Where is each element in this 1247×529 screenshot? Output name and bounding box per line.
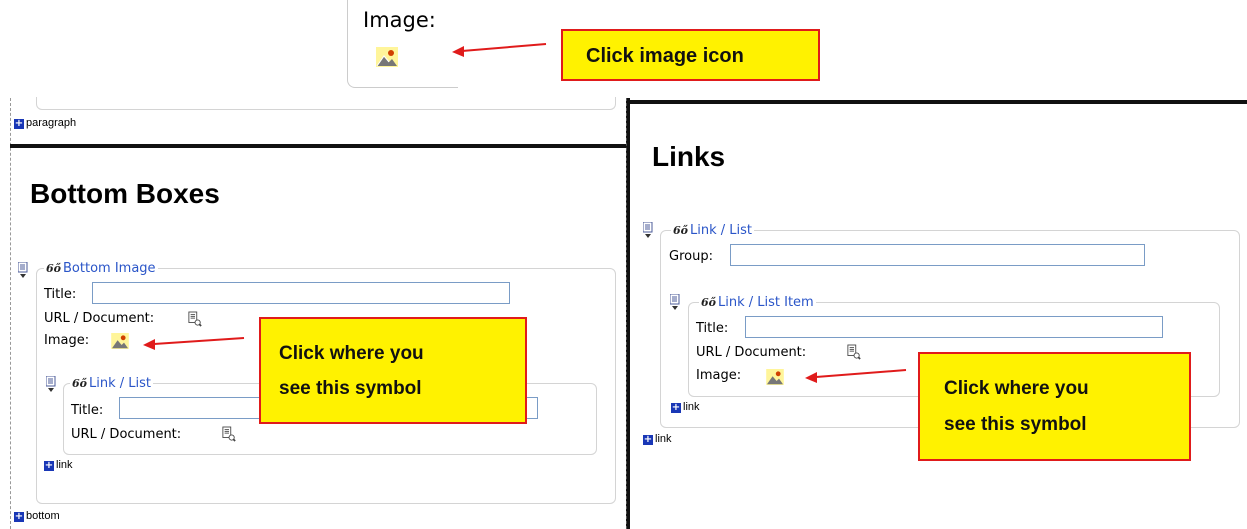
- bottom-image-image-label: Image:: [44, 333, 90, 348]
- left-section-rule: [10, 144, 626, 148]
- document-picker-icon[interactable]: [222, 426, 236, 442]
- right-callout-line2: see this symbol: [944, 414, 1087, 435]
- bottom-image-title-input[interactable]: [92, 282, 510, 304]
- left-link-list-legend: 6ő Link / List: [70, 376, 153, 391]
- right-group-label: Group:: [669, 249, 713, 264]
- preview-icon[interactable]: 6ő: [46, 262, 61, 275]
- top-callout: Click image icon: [561, 29, 820, 81]
- add-outer-link-button[interactable]: +: [643, 435, 653, 445]
- center-divider: [626, 98, 630, 529]
- top-callout-text: Click image icon: [586, 45, 744, 67]
- top-callout-arrow: [452, 43, 547, 57]
- add-bottom-button[interactable]: +: [14, 512, 24, 522]
- left-callout-line1: Click where you: [279, 343, 424, 364]
- document-picker-icon[interactable]: [847, 344, 861, 360]
- preview-icon[interactable]: 6ő: [701, 296, 716, 309]
- reorder-icon[interactable]: [643, 222, 653, 238]
- left-callout-line2: see this symbol: [279, 378, 422, 399]
- paragraph-label[interactable]: paragraph: [26, 117, 76, 129]
- right-callout-line1: Click where you: [944, 378, 1089, 399]
- add-inner-link-button[interactable]: +: [671, 403, 681, 413]
- image-picker-icon[interactable]: [111, 333, 129, 349]
- document-picker-icon[interactable]: [188, 311, 202, 327]
- reorder-icon[interactable]: [46, 376, 56, 392]
- preview-icon[interactable]: 6ő: [72, 377, 87, 390]
- link-list-item-url-label: URL / Document:: [696, 345, 807, 360]
- right-callout-arrow: [805, 369, 907, 383]
- bottom-boxes-heading: Bottom Boxes: [30, 178, 220, 209]
- bottom-label[interactable]: bottom: [26, 510, 60, 522]
- top-image-label: Image:: [363, 8, 436, 32]
- left-link-list-title-label: Title:: [71, 403, 104, 418]
- bottom-image-legend-text: Bottom Image: [63, 261, 156, 276]
- left-callout: Click where you see this symbol: [259, 317, 527, 424]
- right-link-list-legend-text: Link / List: [690, 223, 752, 238]
- link-list-item-title-label: Title:: [696, 321, 729, 336]
- outer-link-label[interactable]: link: [655, 433, 672, 445]
- inner-link-label[interactable]: link: [683, 401, 700, 413]
- right-link-list-legend: 6ő Link / List: [671, 223, 754, 238]
- left-link-list-url-label: URL / Document:: [71, 427, 182, 442]
- link-list-item-image-label: Image:: [696, 368, 742, 383]
- left-link-label[interactable]: link: [56, 459, 73, 471]
- link-list-item-legend-text: Link / List Item: [718, 295, 814, 310]
- left-dashed-border: [10, 98, 11, 529]
- right-callout: Click where you see this symbol: [918, 352, 1191, 461]
- right-top-rule: [630, 100, 1247, 104]
- image-picker-icon[interactable]: [766, 369, 784, 385]
- top-image-snippet: Image:: [347, 0, 458, 88]
- left-link-list-legend-text: Link / List: [89, 376, 151, 391]
- preview-icon[interactable]: 6ő: [673, 224, 688, 237]
- bottom-image-title-label: Title:: [44, 287, 77, 302]
- link-list-item-legend: 6ő Link / List Item: [699, 295, 816, 310]
- bottom-image-legend: 6ő Bottom Image: [44, 261, 158, 276]
- previous-box-bottom: [36, 97, 616, 110]
- reorder-icon[interactable]: [18, 262, 28, 278]
- image-icon[interactable]: [376, 47, 398, 67]
- add-paragraph-button[interactable]: +: [14, 119, 24, 129]
- right-group-input[interactable]: [730, 244, 1145, 266]
- links-heading: Links: [652, 141, 726, 172]
- left-callout-arrow: [143, 337, 245, 350]
- bottom-image-url-label: URL / Document:: [44, 311, 155, 326]
- reorder-icon[interactable]: [670, 294, 680, 310]
- add-link-button[interactable]: +: [44, 461, 54, 471]
- link-list-item-title-input[interactable]: [745, 316, 1163, 338]
